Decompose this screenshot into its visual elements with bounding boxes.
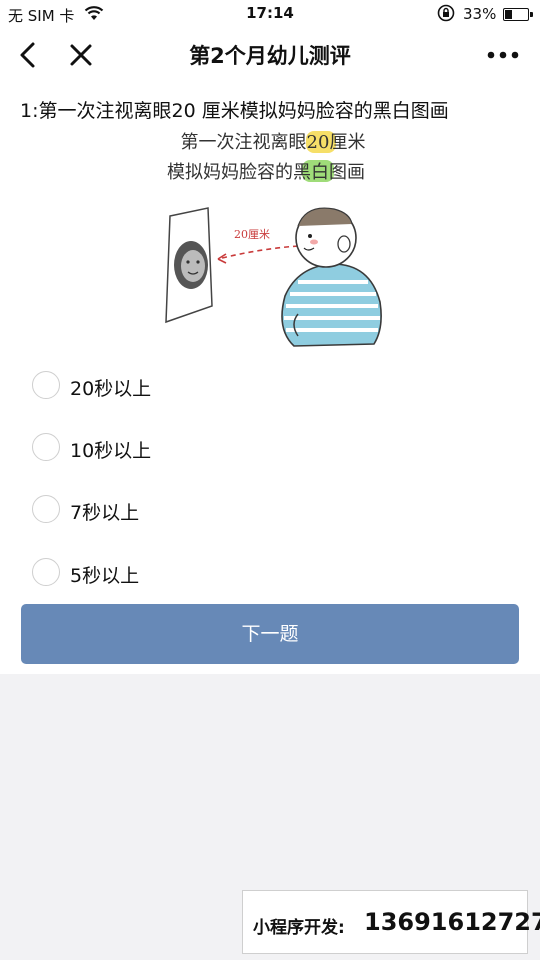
promo-label: 小程序开发: <box>253 918 345 938</box>
more-icon[interactable] <box>483 44 523 66</box>
navigation-bar: 第2个月幼儿测评 <box>0 28 540 82</box>
baby-gaze-illustration: 第一次注视离眼20厘米 模拟妈妈脸容的黑白图画 20厘米 <box>165 131 382 347</box>
question-text: 1:第一次注视离眼20 厘米模拟妈妈脸容的黑白图画 <box>20 100 449 122</box>
rotation-lock-icon <box>437 4 455 22</box>
status-bar: 无 SIM 卡 17:14 33% <box>0 0 540 28</box>
quiz-panel: 1:第一次注视离眼20 厘米模拟妈妈脸容的黑白图画 第一次注视离眼20厘米 模拟… <box>0 82 540 674</box>
promo-box: 小程序开发: 13691612727 <box>242 890 540 954</box>
page-title: 第2个月幼儿测评 <box>189 44 351 68</box>
illustration-line-2: 模拟妈妈脸容的黑白图画 <box>167 162 365 183</box>
illustration-line-1: 第一次注视离眼20厘米 <box>181 132 366 153</box>
option-label: 10秒以上 <box>70 440 152 462</box>
distance-label: 20厘米 <box>234 228 270 241</box>
status-time: 17:14 <box>246 4 294 22</box>
radio-button[interactable] <box>32 433 60 461</box>
gaze-arrow <box>217 245 299 260</box>
next-question-button[interactable]: 下一题 <box>21 604 519 664</box>
option-label: 7秒以上 <box>70 502 140 524</box>
option-label: 5秒以上 <box>70 565 140 587</box>
radio-button[interactable] <box>32 371 60 399</box>
baby-drawing <box>281 207 382 347</box>
option-item[interactable]: 5秒以上 <box>30 553 330 593</box>
option-label: 20秒以上 <box>70 378 152 400</box>
battery-icon <box>503 8 533 21</box>
option-item[interactable]: 20秒以上 <box>30 366 330 406</box>
radio-button[interactable] <box>32 558 60 586</box>
option-item[interactable]: 10秒以上 <box>30 428 330 468</box>
promo-phone-number: 13691612727 <box>364 908 540 936</box>
radio-button[interactable] <box>32 495 60 523</box>
option-item[interactable]: 7秒以上 <box>30 490 330 530</box>
battery-fill <box>505 10 513 19</box>
battery-percent: 33% <box>463 5 497 23</box>
